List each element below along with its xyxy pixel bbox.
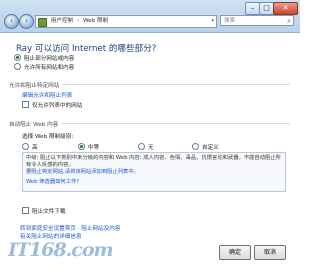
main-content: Ray 可以访问 Internet 的哪些部分? 阻止部分网站或内容 允许所有网…	[0, 33, 300, 272]
section-title-auto-block: 自动阻止 Web 内容	[9, 122, 59, 128]
section-title-allow-block: 允许和阻止特定网站	[9, 83, 60, 89]
page-title: Ray 可以访问 Internet 的哪些部分?	[16, 44, 157, 54]
level-medium[interactable]: 中等	[78, 143, 99, 151]
back-button[interactable]: ‹	[4, 14, 19, 29]
radio-allow-all[interactable]	[14, 63, 21, 70]
option-allow-all[interactable]: 允许所有网站和内容	[14, 63, 74, 71]
close-button[interactable]: ✕	[273, 2, 298, 15]
level-none[interactable]: 无	[138, 143, 154, 151]
level-high[interactable]: 高	[22, 143, 38, 151]
only-allowed-option[interactable]: 仅允许列表中的网站	[22, 101, 82, 109]
edit-allow-block-link[interactable]: 编辑允许和阻止列表	[22, 91, 72, 99]
search-icon[interactable]: ⌕	[287, 16, 291, 27]
breadcrumb-user-controls[interactable]: 用户控制	[51, 18, 73, 24]
watermark-logo: IT168.com	[8, 239, 114, 261]
cancel-button[interactable]: 取消	[254, 245, 286, 260]
control-panel-icon	[38, 18, 47, 27]
divider	[62, 84, 290, 85]
family-safety-link[interactable]: 转到家庭安全设置首页 · 阻止网站及内容	[20, 224, 120, 232]
chevron-down-icon[interactable]: ▾	[211, 16, 214, 27]
radio-level-medium[interactable]	[78, 143, 85, 150]
choose-level-label: 选择 Web 限制级别:	[22, 134, 74, 140]
divider	[62, 123, 290, 124]
block-download-option[interactable]: 阻止文件下载	[22, 207, 66, 215]
ok-button[interactable]: 确定	[219, 245, 251, 260]
minimize-button[interactable]: –	[245, 2, 260, 15]
option-block-some[interactable]: 阻止部分网站或内容	[14, 54, 74, 62]
only-allowed-checkbox[interactable]	[22, 101, 29, 108]
radio-level-none[interactable]	[138, 143, 145, 150]
address-bar[interactable]: 用户控制 › Web 限制 ▾	[35, 15, 217, 28]
block-download-checkbox[interactable]	[22, 207, 29, 214]
breadcrumb-web-restrictions[interactable]: Web 限制	[83, 18, 108, 24]
search-input[interactable]: 搜索 ⌕	[220, 15, 294, 26]
how-filter-works-link[interactable]: Web 筛选器如何工作?	[26, 179, 281, 186]
radio-level-high[interactable]	[22, 143, 29, 150]
title-bar: – □ ✕ ‹ › 用户控制 › Web 限制 ▾ 搜索 ⌕	[0, 0, 300, 33]
level-custom[interactable]: 自定义	[192, 143, 219, 151]
radio-block-some[interactable]	[14, 54, 21, 61]
block-specific-site-note[interactable]: 要阻止特定网站,请将该网站添加到阻止列表中。	[26, 169, 281, 176]
breadcrumb-separator: ›	[76, 18, 80, 24]
radio-level-custom[interactable]	[192, 143, 199, 150]
web-restrictions-window: – □ ✕ ‹ › 用户控制 › Web 限制 ▾ 搜索 ⌕ Ray 可以访问 …	[0, 0, 300, 272]
search-placeholder: 搜索	[224, 18, 236, 24]
level-description-box: 中级: 阻止以下类别中未分级的内容和 Web 内容: 成人内容、色情、毒品、仇恨…	[22, 152, 286, 192]
forward-button[interactable]: ›	[19, 14, 34, 29]
level-description: 中级: 阻止以下类别中未分级的内容和 Web 内容: 成人内容、色情、毒品、仇恨…	[26, 155, 281, 168]
maximize-button[interactable]: □	[259, 2, 274, 15]
